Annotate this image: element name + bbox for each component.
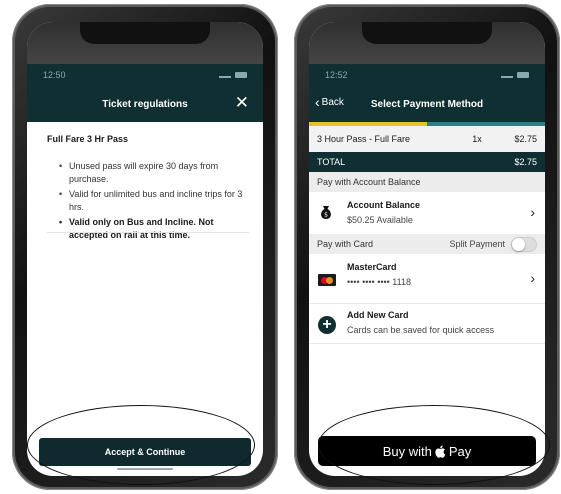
pass-title: Full Fare 3 Hr Pass (47, 134, 129, 144)
split-payment-toggle[interactable] (511, 236, 537, 252)
page-title: Ticket regulations (102, 98, 188, 110)
header-ticket-regulations: Ticket regulations ✕ (27, 86, 263, 122)
screen-ticket-regulations: 12:50 Ticket regulations ✕ Full Fare 3 H… (27, 22, 263, 476)
signal-icon (501, 72, 513, 78)
rule-item: Valid for unlimited bus and incline trip… (59, 188, 243, 214)
svg-text:$: $ (324, 212, 328, 219)
card-number-masked: •••• •••• •••• 1118 (347, 277, 411, 287)
order-item-qty: 1x (472, 134, 482, 144)
add-card-subtitle: Cards can be saved for quick access (347, 325, 495, 335)
home-indicator (399, 469, 455, 471)
accept-continue-button[interactable]: Accept & Continue (39, 438, 251, 466)
back-chevron-icon: ‹ (315, 94, 320, 110)
add-card-title: Add New Card (347, 310, 409, 320)
buy-with-apple-pay-button[interactable]: Buy with Pay (318, 436, 536, 466)
chevron-right-icon: › (530, 270, 535, 286)
rules-list: Unused pass will expire 30 days from pur… (47, 160, 243, 242)
total-label: TOTAL (317, 157, 346, 167)
phone-select-payment: 12:52 ‹ Back Select Payment Method 3 Hou… (294, 4, 560, 490)
status-time: 12:50 (43, 70, 66, 80)
add-new-card-option[interactable]: + Add New Card Cards can be saved for qu… (309, 304, 545, 344)
plus-icon: + (318, 316, 336, 334)
total-row: TOTAL $2.75 (309, 152, 545, 172)
section-account-balance: Pay with Account Balance (309, 172, 545, 192)
battery-icon (517, 72, 529, 78)
status-bar: 12:52 (309, 64, 545, 86)
header-select-payment: ‹ Back Select Payment Method (309, 86, 545, 122)
toggle-knob (512, 237, 525, 251)
divider (47, 232, 249, 233)
split-payment: Split Payment (449, 236, 537, 252)
back-label: Back (321, 96, 344, 108)
mastercard-title: MasterCard (347, 262, 397, 272)
order-item-price: $2.75 (514, 134, 537, 144)
account-balance-amount: $50.25 Available (347, 215, 413, 225)
rule-item: Valid only on Bus and Incline. Not accep… (59, 216, 243, 242)
order-item-name: 3 Hour Pass - Full Fare (317, 134, 411, 144)
screen-select-payment: 12:52 ‹ Back Select Payment Method 3 Hou… (309, 22, 545, 476)
split-payment-label: Split Payment (449, 239, 505, 249)
notch (80, 22, 210, 44)
account-balance-title: Account Balance (347, 200, 421, 210)
regulations-body: Full Fare 3 Hr Pass Unused pass will exp… (27, 122, 263, 244)
phone-ticket-regulations: 12:50 Ticket regulations ✕ Full Fare 3 H… (12, 4, 278, 490)
home-indicator (117, 468, 173, 470)
chevron-right-icon: › (530, 204, 535, 220)
section-card-label: Pay with Card (317, 239, 374, 249)
section-pay-with-card: Pay with Card Split Payment (309, 234, 545, 254)
signal-icon (219, 72, 231, 78)
notch (362, 22, 492, 44)
battery-icon (235, 72, 247, 78)
apple-pay-prefix: Buy with (382, 443, 432, 459)
order-item-row: 3 Hour Pass - Full Fare 1x $2.75 (309, 126, 545, 152)
page-title: Select Payment Method (370, 98, 484, 110)
apple-logo-icon (435, 445, 446, 458)
mastercard-option[interactable]: MasterCard •••• •••• •••• 1118 › (309, 254, 545, 304)
money-bag-icon: $ (321, 206, 331, 219)
status-time: 12:52 (325, 70, 348, 80)
status-bar: 12:50 (27, 64, 263, 86)
back-button[interactable]: ‹ Back (315, 94, 344, 110)
apple-pay-suffix: Pay (448, 443, 472, 459)
rule-item: Unused pass will expire 30 days from pur… (59, 160, 243, 186)
account-balance-option[interactable]: $ Account Balance $50.25 Available › (309, 192, 545, 234)
close-icon[interactable]: ✕ (235, 93, 249, 113)
mastercard-icon (318, 274, 336, 286)
total-price: $2.75 (514, 157, 537, 167)
